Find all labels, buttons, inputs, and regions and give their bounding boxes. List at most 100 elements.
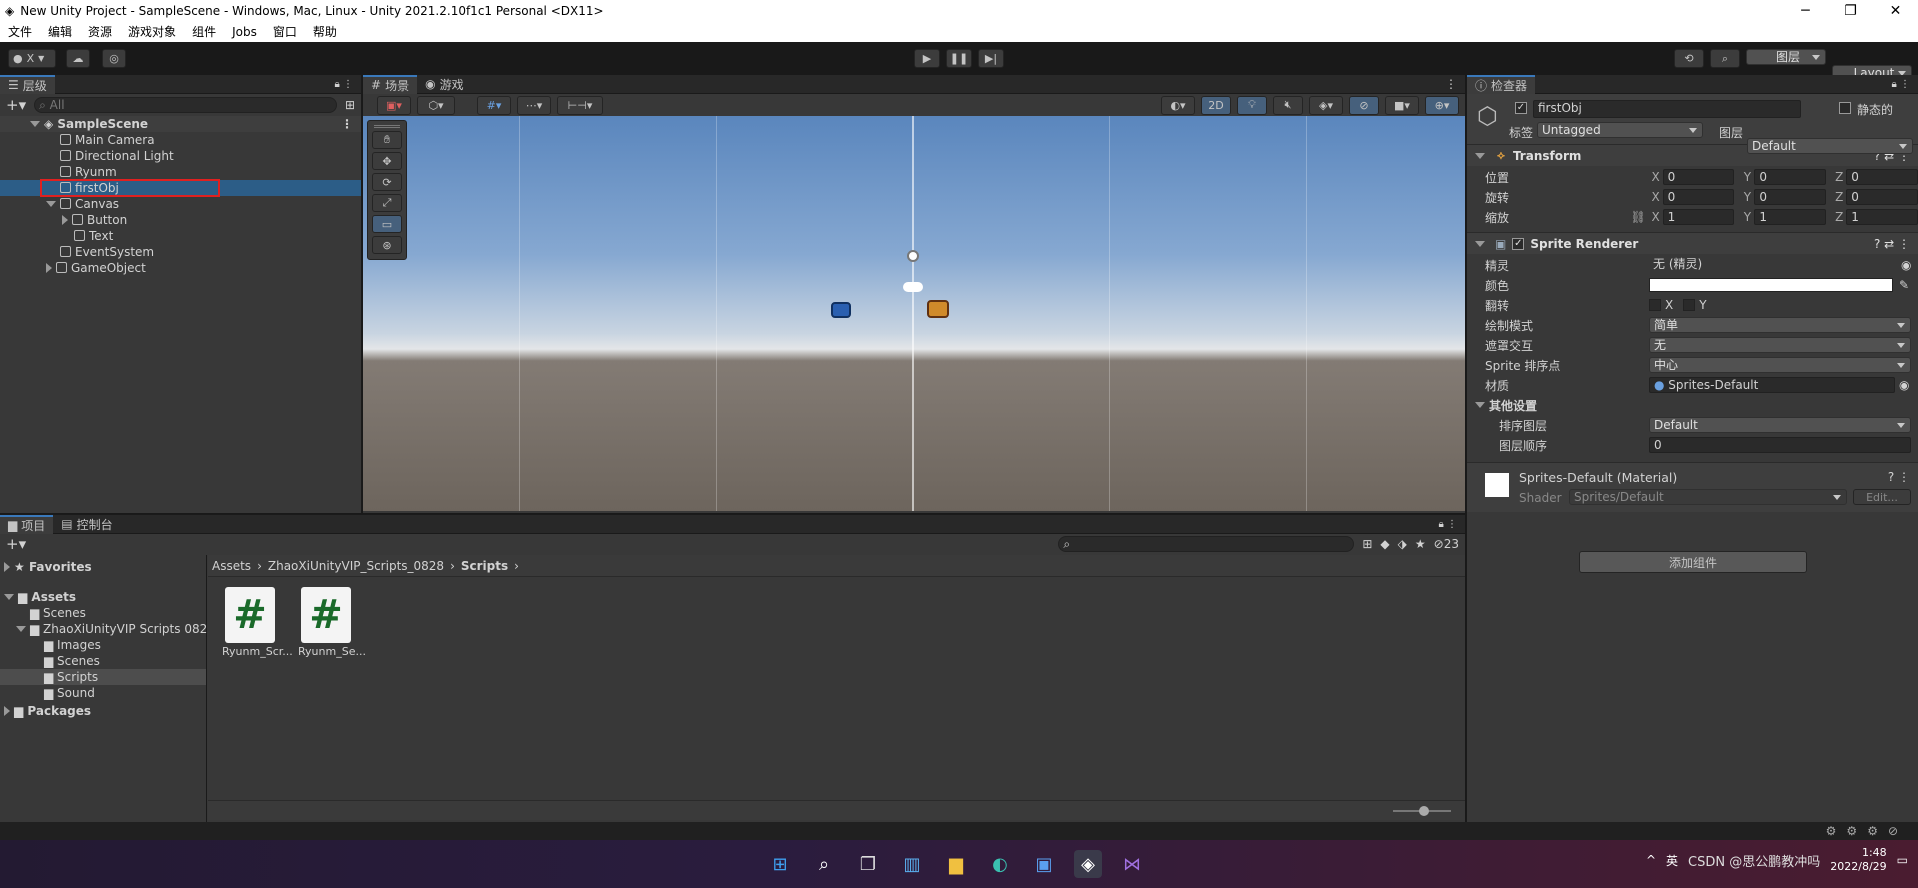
other-settings-foldout[interactable]: 其他设置 — [1475, 397, 1914, 413]
shader-dropdown[interactable]: Sprites/Default — [1569, 489, 1847, 505]
file-item[interactable]: # Ryunm_Scr... — [222, 587, 293, 658]
tree-item-selected[interactable]: ▆ Scripts — [0, 669, 206, 685]
menu-gameobject[interactable]: 游戏对象 — [120, 22, 184, 42]
rotation-z-field[interactable]: 0 — [1846, 189, 1918, 205]
pivot-button[interactable]: ⬡▾ — [417, 95, 455, 115]
tree-item[interactable]: ▆ Scenes — [0, 653, 206, 669]
hierarchy-item[interactable]: Directional Light — [0, 148, 361, 164]
draw-mode-dropdown[interactable]: 简单 — [1649, 317, 1911, 333]
scale-x-field[interactable]: 1 — [1662, 209, 1735, 225]
tree-item[interactable]: ▆ ZhaoXiUnityVIP Scripts 082 — [0, 621, 207, 637]
shading-mode-button[interactable]: ◐▾ — [1161, 95, 1195, 115]
menu-file[interactable]: 文件 — [0, 22, 40, 42]
camera-button[interactable]: ■▾ — [1385, 95, 1419, 115]
clock[interactable]: 1:48 2022/8/29 — [1830, 846, 1886, 874]
eyedropper-icon[interactable]: ✎ — [1899, 278, 1909, 292]
sort-point-dropdown[interactable]: 中心 — [1649, 357, 1911, 373]
color-swatch[interactable] — [1649, 278, 1893, 292]
menu-edit[interactable]: 编辑 — [40, 22, 80, 42]
active-checkbox[interactable]: ✓ — [1515, 102, 1527, 114]
collapse-arrow-icon[interactable] — [4, 562, 10, 572]
audio-button[interactable]: 🔇︎ — [1273, 95, 1303, 115]
unity-app-icon[interactable]: ◈ — [1074, 850, 1102, 878]
packages-item[interactable]: ▆ Packages — [0, 703, 206, 719]
transform-tool-button[interactable]: ⊛ — [372, 236, 402, 254]
menu-window[interactable]: 窗口 — [265, 22, 305, 42]
visibility-button[interactable]: ⊘ — [1349, 95, 1379, 115]
position-y-field[interactable]: 0 — [1754, 169, 1827, 185]
lock-icon[interactable]: 🔒︎ ⋮ — [1892, 79, 1911, 90]
rotation-y-field[interactable]: 0 — [1754, 189, 1827, 205]
search-icon[interactable]: ⌕ — [810, 850, 838, 878]
position-x-field[interactable]: 0 — [1662, 169, 1735, 185]
enabled-checkbox[interactable]: ✓ — [1512, 237, 1525, 250]
maximize-button[interactable]: ❐ — [1828, 0, 1873, 22]
menu-assets[interactable]: 资源 — [80, 22, 120, 42]
tab-scene[interactable]: # 场景 — [363, 74, 418, 94]
sprite-field[interactable]: 无 (精灵) — [1649, 257, 1901, 273]
component-menu-icon[interactable]: ? ⇄ ⋮ — [1874, 237, 1910, 251]
star-icon[interactable]: ★ — [1415, 537, 1426, 551]
tab-console[interactable]: ▤ 控制台 — [53, 515, 120, 534]
flip-y-checkbox[interactable] — [1683, 299, 1696, 311]
more-icon[interactable]: ⋮ — [341, 116, 353, 132]
enemy-sprite[interactable] — [927, 300, 949, 318]
ruler-button[interactable]: ⊢⊣▾ — [557, 95, 603, 115]
step-button[interactable]: ▶| — [978, 49, 1004, 68]
history-button[interactable]: ⟲ — [1674, 49, 1704, 68]
notification-icon[interactable]: ▭ — [1897, 853, 1908, 867]
lock-icon[interactable]: 🔒︎ ⋮ — [335, 79, 354, 90]
rotate-tool-button[interactable]: ⟳ — [372, 173, 402, 191]
increment-snap-button[interactable]: ⋯▾ — [517, 95, 551, 115]
hierarchy-item[interactable]: EventSystem — [0, 244, 361, 260]
hierarchy-item[interactable]: Button — [0, 212, 361, 228]
minimize-button[interactable]: ─ — [1783, 0, 1828, 22]
tag-dropdown[interactable]: Untagged — [1537, 122, 1703, 138]
scale-y-field[interactable]: 1 — [1754, 209, 1827, 225]
expand-arrow-icon[interactable] — [1475, 152, 1485, 159]
collab-button[interactable]: ◎ — [102, 49, 126, 68]
menu-jobs[interactable]: Jobs — [224, 22, 265, 42]
edge-browser-icon[interactable]: ◐ — [986, 850, 1014, 878]
grid-snap-button[interactable]: #▾ — [477, 95, 511, 115]
hand-tool-button[interactable]: ✋︎ — [372, 131, 402, 149]
hierarchy-item[interactable]: GameObject — [0, 260, 361, 276]
breadcrumb-item[interactable]: ZhaoXiUnityVIP_Scripts_0828 — [268, 559, 444, 573]
close-button[interactable]: ✕ — [1873, 0, 1918, 22]
draw-mode-button[interactable]: ▣▾ — [377, 95, 411, 115]
ime-indicator[interactable]: 英 — [1666, 852, 1678, 869]
search-button[interactable]: ⌕ — [1710, 49, 1740, 68]
tree-item[interactable]: ▆ Sound — [0, 685, 206, 701]
status-icons[interactable]: ⚙⚙⚙⊘ — [1826, 824, 1908, 838]
tab-inspector[interactable]: ⓘ 检查器 — [1467, 74, 1536, 94]
drag-handle[interactable] — [374, 125, 400, 128]
object-name-field[interactable]: firstObj — [1533, 100, 1801, 118]
hierarchy-search-input[interactable]: ⌕ All — [34, 97, 337, 113]
scene-viewport[interactable]: ✋︎ ✥ ⟳ ⤢ ▭ ⊛ — [363, 116, 1465, 511]
add-component-button[interactable]: 添加组件 — [1579, 551, 1807, 573]
hierarchy-item[interactable]: Canvas — [0, 196, 361, 212]
project-search-input[interactable]: ⌕ — [1058, 536, 1355, 552]
rotation-x-field[interactable]: 0 — [1662, 189, 1735, 205]
expand-arrow-icon[interactable] — [30, 121, 40, 127]
cloud-button[interactable]: ☁ — [66, 49, 90, 68]
eye-slash-icon[interactable]: ⊘ — [1434, 537, 1444, 551]
visual-studio-icon[interactable]: ⋈ — [1118, 850, 1146, 878]
mask-interaction-dropdown[interactable]: 无 — [1649, 337, 1911, 353]
zoom-slider-handle[interactable] — [1419, 806, 1429, 816]
tab-game[interactable]: ◉ 游戏 — [417, 75, 472, 94]
shader-edit-button[interactable]: Edit... — [1853, 489, 1911, 505]
play-button[interactable]: ▶ — [914, 49, 940, 68]
account-dropdown[interactable]: ● X ▼ — [8, 49, 56, 68]
static-checkbox[interactable] — [1839, 102, 1851, 114]
object-picker-icon[interactable]: ◉ — [1899, 378, 1909, 392]
expand-arrow-icon[interactable] — [1475, 402, 1485, 408]
gizmos-button[interactable]: ⊕▾ — [1425, 95, 1459, 115]
tab-project[interactable]: ▆ 项目 — [0, 514, 54, 534]
rect-tool-button[interactable]: ▭ — [372, 215, 402, 233]
order-in-layer-field[interactable]: 0 — [1649, 437, 1911, 453]
expand-arrow-icon[interactable] — [46, 201, 56, 207]
sprite-renderer-header[interactable]: ▣ ✓ Sprite Renderer ? ⇄ ⋮ — [1467, 232, 1918, 254]
collapse-arrow-icon[interactable] — [4, 706, 10, 716]
layer-dropdown[interactable]: Default — [1747, 138, 1913, 154]
